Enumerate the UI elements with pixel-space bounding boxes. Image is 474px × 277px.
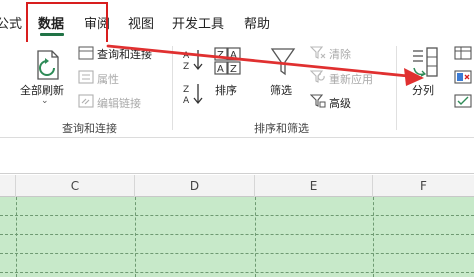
queries-connections-icon <box>78 46 94 60</box>
tab-developer[interactable]: 开发工具 <box>172 13 224 32</box>
formula-bar[interactable] <box>0 138 474 174</box>
tab-formulas[interactable]: 公式 <box>0 13 22 32</box>
column-header-e[interactable]: E <box>255 175 373 197</box>
clear-filter-label: 清除 <box>329 48 351 61</box>
gridline <box>373 197 374 277</box>
chevron-down-icon: ⌄ <box>41 96 49 106</box>
gridline <box>0 215 474 216</box>
sort-filter-group-label: 排序和筛选 <box>254 122 309 135</box>
selected-cell-range[interactable] <box>0 197 474 277</box>
svg-text:Z: Z <box>230 64 237 75</box>
column-header-c[interactable]: C <box>16 175 135 197</box>
text-to-columns-label: 分列 <box>412 84 434 97</box>
svg-text:Z: Z <box>217 50 224 61</box>
svg-text:A: A <box>183 96 190 106</box>
highlight-box <box>26 2 108 46</box>
queries-group-label: 查询和连接 <box>62 122 117 135</box>
gridline <box>0 253 474 254</box>
column-header-row: C D E F <box>0 175 474 197</box>
svg-text:A: A <box>230 50 237 61</box>
ribbon-data-panel: 全部刷新 ⌄ 查询和连接 属性 编辑链接 查询和连接 A Z Z A Z A A… <box>0 42 474 138</box>
text-to-columns-icon <box>413 47 438 77</box>
queries-connections-label: 查询和连接 <box>97 48 152 61</box>
data-validation-icon <box>454 94 472 108</box>
svg-text:Z: Z <box>183 85 189 95</box>
gridline <box>135 197 136 277</box>
svg-text:A: A <box>183 51 190 61</box>
reapply-filter-icon <box>310 70 325 83</box>
advanced-filter-label: 高级 <box>329 97 351 110</box>
sort-ascending-icon: A Z <box>183 50 203 72</box>
column-header-partial[interactable] <box>0 175 16 197</box>
svg-text:A: A <box>217 64 224 75</box>
refresh-all-icon <box>37 50 59 80</box>
gridline <box>255 197 256 277</box>
filter-label: 筛选 <box>270 84 292 97</box>
column-header-f[interactable]: F <box>373 175 474 197</box>
gridline <box>0 234 474 235</box>
remove-duplicates-icon <box>454 70 472 84</box>
column-header-d[interactable]: D <box>135 175 255 197</box>
svg-text:Z: Z <box>183 62 189 72</box>
sort-icon: Z A A Z <box>214 47 241 75</box>
group-divider <box>396 46 397 130</box>
filter-icon <box>270 48 296 76</box>
clear-filter-icon <box>310 46 326 59</box>
edit-links-icon <box>78 94 94 108</box>
properties-label: 属性 <box>97 73 119 86</box>
flash-fill-icon <box>454 46 472 60</box>
gridline <box>0 272 474 273</box>
group-divider <box>172 46 173 130</box>
advanced-filter-icon <box>310 94 326 108</box>
properties-icon <box>78 70 94 84</box>
gridline <box>16 197 17 277</box>
edit-links-label: 编辑链接 <box>97 97 141 110</box>
reapply-filter-label: 重新应用 <box>329 73 373 86</box>
sort-descending-icon: Z A <box>183 84 203 106</box>
sort-label: 排序 <box>215 84 237 97</box>
tab-view[interactable]: 视图 <box>128 13 154 32</box>
tab-help[interactable]: 帮助 <box>244 13 270 32</box>
